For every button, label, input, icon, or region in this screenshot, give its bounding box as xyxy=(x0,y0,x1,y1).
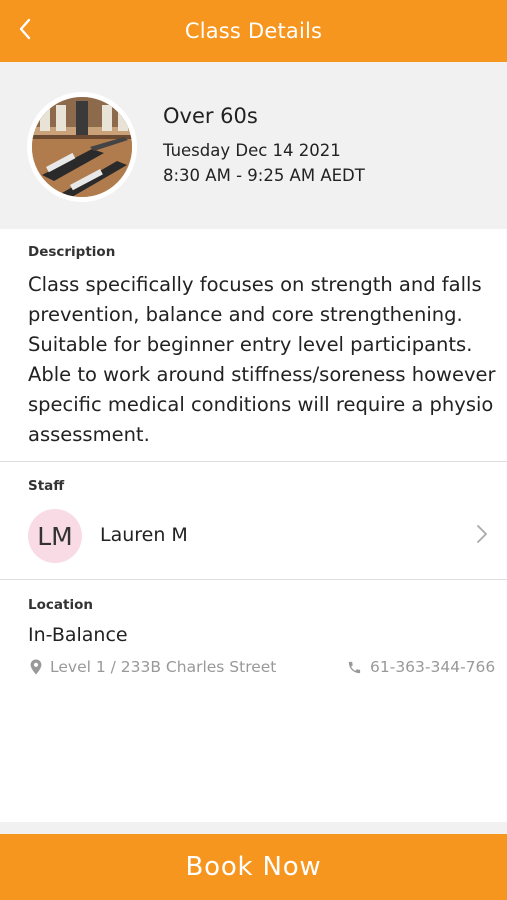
staff-row[interactable]: LM Lauren M xyxy=(0,503,507,569)
back-button[interactable] xyxy=(10,14,40,44)
class-time: 8:30 AM - 9:25 AM AEDT xyxy=(163,166,365,185)
staff-label: Staff xyxy=(28,478,65,494)
map-pin-icon xyxy=(30,659,42,675)
staff-name: Lauren M xyxy=(100,524,188,546)
class-photo xyxy=(27,92,137,202)
avatar: LM xyxy=(28,509,82,563)
phone-text: 61-363-344-766 xyxy=(370,658,496,676)
phone-icon xyxy=(348,661,361,673)
class-summary: Over 60s Tuesday Dec 14 2021 8:30 AM - 9… xyxy=(0,62,507,229)
class-name: Over 60s xyxy=(163,104,258,128)
chevron-left-icon xyxy=(19,18,31,40)
page-title: Class Details xyxy=(184,19,323,43)
book-now-button[interactable]: Book Now xyxy=(0,834,507,900)
studio-image xyxy=(32,97,132,197)
address-text: Level 1 / 233B Charles Street xyxy=(50,658,277,676)
location-label: Location xyxy=(28,597,93,613)
description-text: Class specifically focuses on strength a… xyxy=(28,273,496,446)
description-label: Description xyxy=(28,244,116,260)
class-date: Tuesday Dec 14 2021 xyxy=(163,141,341,160)
address-row: Level 1 / 233B Charles Street xyxy=(30,658,276,676)
phone-link[interactable]: 61-363-344-766 xyxy=(347,658,495,676)
divider xyxy=(0,579,507,580)
app-header: Class Details xyxy=(0,0,507,62)
location-name: In-Balance xyxy=(28,624,128,646)
divider xyxy=(0,461,507,462)
footer-divider xyxy=(0,822,507,834)
chevron-right-icon xyxy=(477,525,487,543)
